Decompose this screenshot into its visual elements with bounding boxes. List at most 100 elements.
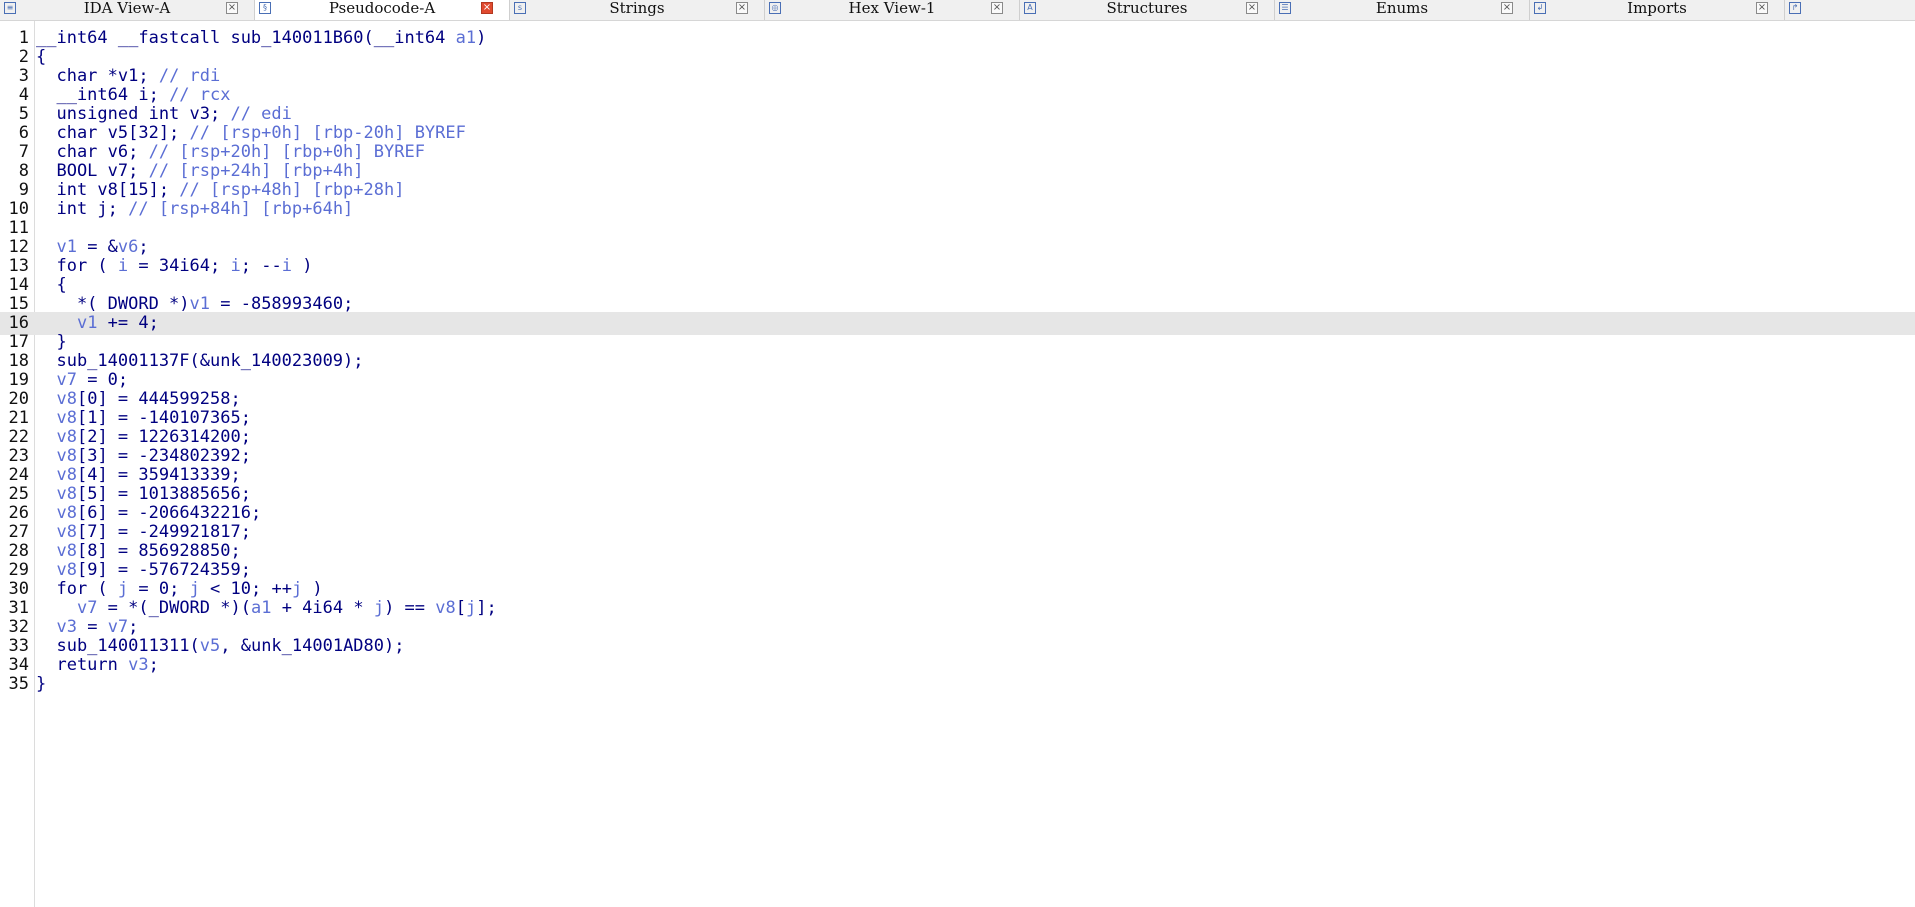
code-token: for (	[36, 256, 118, 276]
code-token: ; --	[240, 256, 282, 276]
variable-token[interactable]: i	[118, 256, 128, 276]
tab-label: Pseudocode-A	[328, 0, 436, 17]
tab-structures[interactable]: A Structures ×	[1020, 0, 1275, 20]
code-line[interactable]: 35}	[0, 673, 1915, 696]
code-token: char v5[32];	[36, 123, 190, 143]
variable-token[interactable]: v1	[56, 237, 76, 257]
variable-token[interactable]: v8	[56, 503, 76, 523]
code-token: )	[302, 579, 323, 599]
code-token: sub_14001137F(&unk_140023009);	[36, 351, 364, 371]
variable-token[interactable]: v1	[190, 294, 210, 314]
code-token: = *(_DWORD *)(	[97, 598, 251, 618]
variable-token[interactable]: v8	[56, 522, 76, 542]
code-token: return	[36, 655, 129, 675]
variable-token[interactable]: v5	[200, 636, 220, 656]
code-token: }	[36, 332, 67, 352]
code-token: [2] = 1226314200;	[76, 427, 251, 447]
close-tab-icon[interactable]: ×	[481, 2, 493, 14]
variable-token[interactable]: j	[118, 579, 128, 599]
comment-token: // [rsp+0h] [rbp-20h] BYREF	[189, 123, 466, 143]
code-token: = -858993460;	[210, 294, 354, 314]
close-tab-icon[interactable]: ×	[1246, 2, 1258, 14]
code-token: [3] = -234802392;	[76, 446, 251, 466]
variable-token[interactable]: j	[292, 579, 302, 599]
variable-token[interactable]: v8	[56, 446, 76, 466]
variable-token[interactable]: v8	[56, 465, 76, 485]
code-text: }	[36, 673, 46, 696]
code-token: [0] = 444599258;	[76, 389, 241, 409]
tab-imports[interactable]: ↲ Imports ×	[1530, 0, 1785, 20]
variable-token[interactable]: j	[374, 598, 384, 618]
comment-token: // rcx	[169, 85, 231, 105]
variable-token[interactable]: v8	[56, 408, 76, 428]
code-token: [1] = -140107365;	[76, 408, 251, 428]
line-number: 35	[8, 674, 29, 694]
code-token: [6] = -2066432216;	[76, 503, 262, 523]
tab-export[interactable]: ↱Export	[1785, 0, 1915, 20]
comment-token: // [rsp+24h] [rbp+4h]	[148, 161, 364, 181]
tab-label: Enums	[1375, 0, 1429, 17]
comment-token: // edi	[230, 104, 292, 124]
variable-token[interactable]: v7	[108, 617, 128, 637]
variable-token[interactable]: i	[231, 256, 241, 276]
tab-ida-view-a[interactable]: ≡ IDA View-A ×	[0, 0, 255, 20]
code-token: =	[76, 617, 108, 637]
tab-label: Strings	[609, 0, 665, 17]
variable-token[interactable]: a1	[456, 28, 476, 48]
code-token: )	[291, 256, 313, 276]
pseudocode-editor[interactable]: 1 __int64 __fastcall sub_140011B60(__int6…	[0, 21, 1915, 907]
variable-token[interactable]: j	[466, 598, 476, 618]
tab-pseudocode-a[interactable]: § Pseudocode-A ×	[255, 0, 510, 20]
variable-token[interactable]: v8	[435, 598, 455, 618]
variable-token[interactable]: a1	[251, 598, 271, 618]
code-token: *(_DWORD *)	[36, 294, 190, 314]
code-token: char *v1;	[36, 66, 159, 86]
tab-enums[interactable]: ☰ Enums ×	[1275, 0, 1530, 20]
code-token: [5] = 1013885656;	[76, 484, 251, 504]
code-token: < 10; ++	[199, 579, 292, 599]
code-token: [	[455, 598, 466, 618]
comment-token: // [rsp+48h] [rbp+28h]	[179, 180, 405, 200]
code-token: char v6;	[36, 142, 149, 162]
code-token: [9] = -576724359;	[76, 560, 251, 580]
variable-token[interactable]: v8	[56, 427, 76, 447]
close-tab-icon[interactable]: ×	[1756, 2, 1768, 14]
tab-strings[interactable]: s Strings ×	[510, 0, 765, 20]
code-token: ;	[138, 237, 149, 257]
code-token: )	[476, 28, 487, 48]
close-tab-icon[interactable]: ×	[991, 2, 1003, 14]
close-tab-icon[interactable]: ×	[226, 2, 238, 14]
code-token: = &	[76, 237, 118, 257]
variable-token[interactable]: v8	[56, 560, 76, 580]
code-token: __int64 __fastcall sub_140011B60(__int64	[36, 28, 456, 48]
exports-icon: ↱	[1789, 2, 1801, 14]
code-token: int v8[15];	[36, 180, 180, 200]
code-token: {	[36, 47, 47, 67]
variable-token[interactable]: v8	[56, 389, 76, 409]
variable-token[interactable]: v8	[56, 541, 76, 561]
close-tab-icon[interactable]: ×	[736, 2, 748, 14]
close-tab-icon[interactable]: ×	[1501, 2, 1513, 14]
variable-token[interactable]: v7	[56, 370, 76, 390]
variable-token[interactable]: v8	[56, 484, 76, 504]
variable-token[interactable]: v1	[77, 313, 97, 333]
variable-token[interactable]: v7	[77, 598, 97, 618]
variable-token[interactable]: v3	[56, 617, 76, 637]
code-token: BOOL v7;	[36, 161, 149, 181]
variable-token[interactable]: j	[190, 579, 200, 599]
code-token: ];	[476, 598, 497, 618]
tab-hex-view-1[interactable]: ◎ Hex View-1 ×	[765, 0, 1020, 20]
variable-token[interactable]: i	[282, 256, 292, 276]
variable-token[interactable]: v3	[128, 655, 148, 675]
variable-token[interactable]: v6	[118, 237, 138, 257]
comment-token: // rdi	[158, 66, 221, 86]
